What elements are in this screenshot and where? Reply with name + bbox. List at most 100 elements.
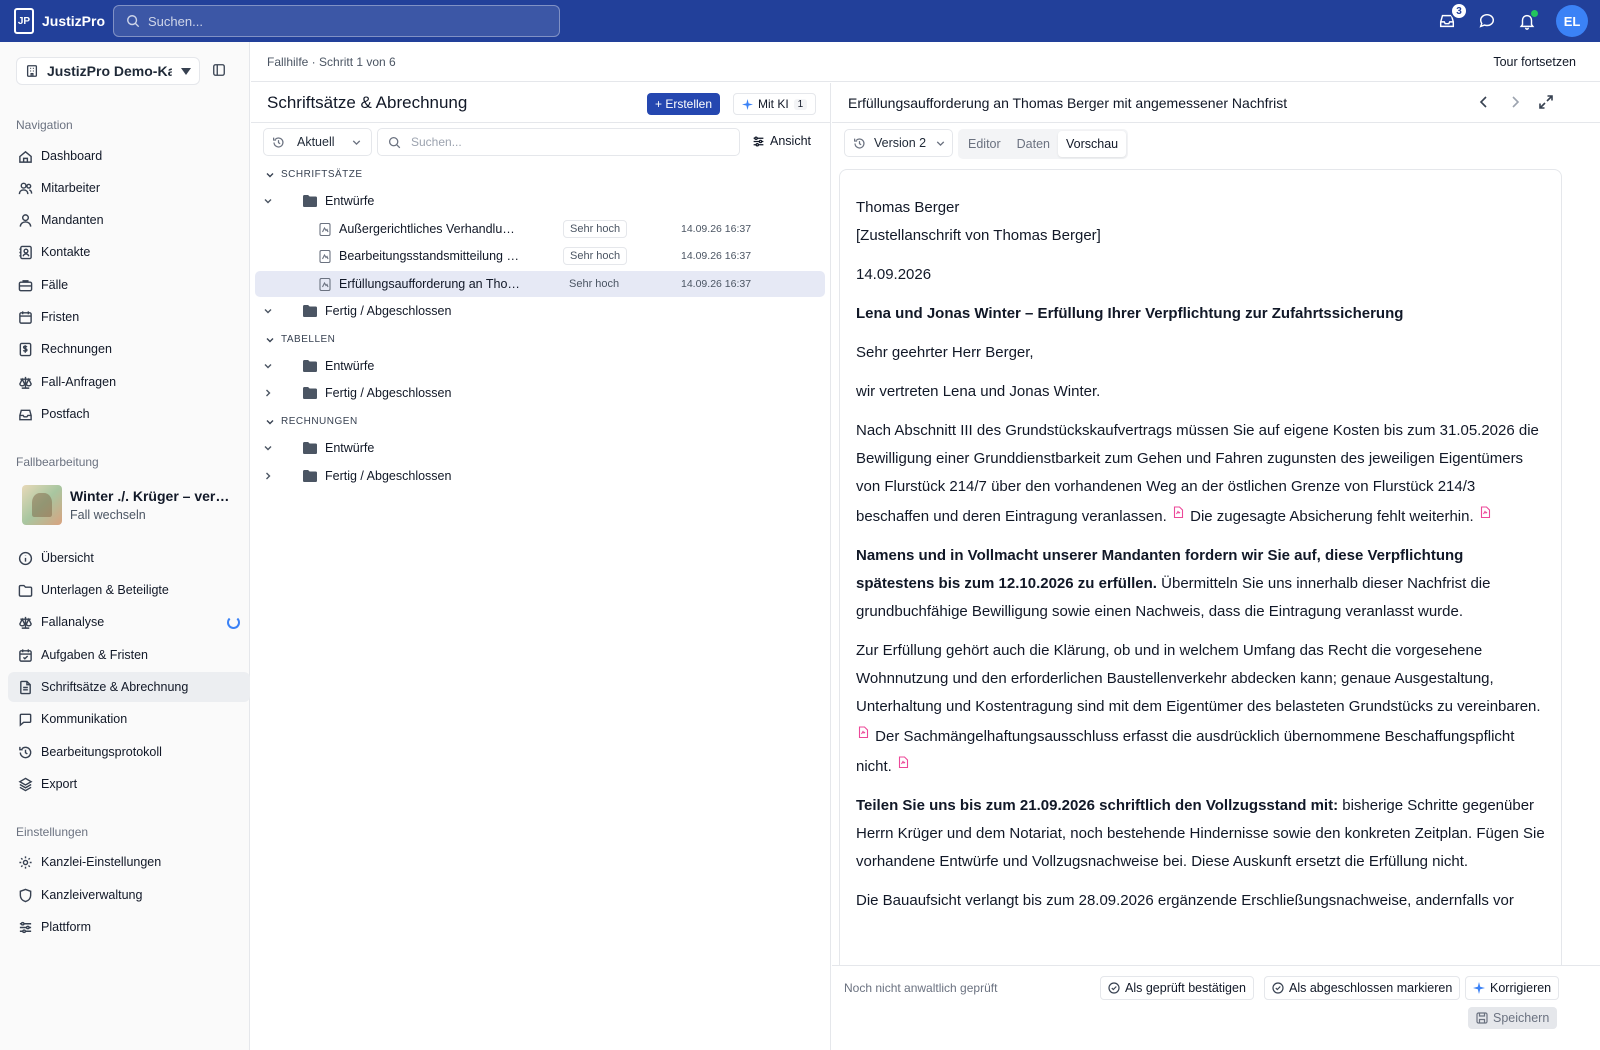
chevron-right-icon [266, 472, 271, 480]
tree-section-schriftsaetze[interactable]: SCHRIFTSÄTZE [265, 169, 363, 180]
filter-select[interactable]: Aktuell [263, 128, 372, 156]
citation-icon[interactable] [858, 721, 869, 739]
save-button[interactable]: Speichern [1468, 1007, 1558, 1029]
sidebar-item-uebersicht[interactable]: Übersicht [8, 543, 250, 573]
bell-icon[interactable] [1516, 10, 1538, 32]
chevron-down-icon [352, 139, 361, 145]
folder-label: Fertig / Abgeschlossen [325, 304, 452, 318]
sidebar-item-protokoll[interactable]: Bearbeitungsprotokoll [8, 737, 250, 767]
global-search-input[interactable]: Suchen... [113, 5, 560, 37]
chevron-down-icon [936, 140, 945, 146]
sliders-icon [19, 921, 32, 933]
letter-paragraph: Nach Abschnitt III des Grundstückskaufve… [856, 417, 1545, 531]
tab-editor[interactable]: Editor [960, 131, 1009, 157]
sidebar-item-rechnungen[interactable]: Rechnungen [8, 334, 250, 364]
citation-icon[interactable] [898, 751, 909, 769]
invoice-icon [19, 342, 32, 356]
document-row-selected[interactable]: Erfüllungsaufforderung an Thomas Berger … [255, 271, 825, 297]
sidebar-item-aufgaben[interactable]: Aufgaben & Fristen [8, 640, 250, 670]
sidebar-item-kommunikation[interactable]: Kommunikation [8, 704, 250, 734]
document-row[interactable]: Bearbeitungsstandsmitteilung an Mandante… [255, 243, 825, 269]
chevron-down-icon [264, 364, 272, 369]
citation-icon[interactable] [1480, 501, 1491, 519]
sidebar-item-kanzleiverwaltung[interactable]: Kanzleiverwaltung [8, 880, 250, 910]
document-row[interactable]: Außergerichtliches Verhandlungsangebot S… [255, 216, 825, 242]
shield-icon [19, 888, 32, 902]
sidebar-item-label: Kommunikation [41, 712, 128, 726]
sidebar-item-label: Postfach [41, 407, 90, 421]
user-avatar[interactable]: EL [1556, 5, 1588, 37]
review-status: Noch nicht anwaltlich geprüft [844, 981, 998, 995]
tree-section-tabellen[interactable]: TABELLEN [265, 334, 335, 345]
mark-complete-button[interactable]: Als abgeschlossen markieren [1264, 976, 1461, 1000]
folder-row[interactable]: Entwürfe [263, 437, 374, 459]
documents-search-input[interactable]: Suchen... [377, 128, 740, 156]
sidebar-item-faelle[interactable]: Fälle [8, 270, 250, 300]
correct-label: Korrigieren [1490, 981, 1552, 995]
view-button[interactable]: Ansicht [752, 134, 811, 148]
version-select[interactable]: Version 2 [844, 129, 953, 157]
letter-text: Die zugesagte Absicherung fehlt weiterhi… [1190, 508, 1474, 525]
case-switcher[interactable]: Winter ./. Krüger – verweigerte Zufahrt … [22, 485, 230, 525]
create-button[interactable]: + Erstellen [647, 93, 721, 115]
case-switch-link[interactable]: Fall wechseln [70, 508, 230, 522]
chevron-right-icon[interactable] [1507, 94, 1523, 110]
inbox-icon[interactable]: 3 [1436, 2, 1468, 32]
confirm-reviewed-button[interactable]: Als geprüft bestätigen [1100, 976, 1254, 1000]
sidebar-item-mandanten[interactable]: Mandanten [8, 205, 250, 235]
tree-section-rechnungen[interactable]: RECHNUNGEN [265, 416, 358, 427]
folder-icon [303, 470, 317, 482]
letter-salutation: Sehr geehrter Herr Berger, [856, 344, 1034, 361]
brand[interactable]: JP JustizPro [0, 8, 113, 34]
tour-continue-button[interactable]: Tour fortsetzen [1493, 55, 1576, 69]
breadcrumb: Fallhilfe · Schritt 1 von 6 [267, 54, 396, 69]
tab-daten[interactable]: Daten [1009, 131, 1058, 157]
app-logo: JP [14, 8, 34, 34]
sidebar-item-plattform[interactable]: Plattform [8, 912, 250, 942]
export-icon [18, 777, 33, 791]
folder-row[interactable]: Entwürfe [263, 355, 374, 377]
sidebar-item-fristen[interactable]: Fristen [8, 302, 250, 332]
inbox-icon [19, 409, 32, 420]
sidebar-item-label: Fall-Anfragen [41, 375, 117, 389]
folder-row[interactable]: Fertig / Abgeschlossen [263, 300, 451, 322]
sidebar-item-label: Fristen [41, 310, 80, 324]
sidebar-item-dashboard[interactable]: Dashboard [8, 141, 250, 171]
citation-icon[interactable] [1173, 501, 1184, 519]
correct-button[interactable]: Korrigieren [1465, 976, 1560, 1000]
workspace-switcher[interactable]: JustizPro Demo-Kanzlei [16, 57, 200, 85]
folder-icon [18, 584, 33, 597]
folder-row[interactable]: Fertig / Abgeschlossen [263, 382, 451, 404]
case-section-label: Fallbearbeitung [16, 455, 99, 469]
chevron-left-icon[interactable] [1476, 94, 1492, 110]
sidebar-item-export[interactable]: Export [8, 769, 250, 799]
sidebar-item-kanzlei-einstellungen[interactable]: Kanzlei-Einstellungen [8, 847, 250, 877]
sidebar-item-unterlagen[interactable]: Unterlagen & Beteiligte [8, 575, 250, 605]
sidebar-item-fallanalyse[interactable]: Fallanalyse [8, 607, 250, 637]
document-preview-panel: Erfüllungsaufforderung an Thomas Berger … [832, 83, 1600, 1050]
folder-row[interactable]: Entwürfe [263, 190, 374, 212]
sidebar-item-postfach[interactable]: Postfach [8, 399, 250, 429]
sidebar-collapse-icon[interactable] [212, 63, 226, 77]
tree-section-label: TABELLEN [281, 334, 336, 345]
panel-title: Schriftsätze & Abrechnung [267, 92, 468, 112]
sidebar-item-label: Export [41, 777, 78, 791]
sidebar-item-fall-anfragen[interactable]: Fall-Anfragen [8, 367, 250, 397]
priority-badge: Sehr hoch [569, 278, 620, 290]
folder-icon [303, 442, 317, 454]
document-name: Bearbeitungsstandsmitteilung an Mandante… [339, 249, 521, 263]
folder-row[interactable]: Fertig / Abgeschlossen [263, 465, 451, 487]
sidebar-item-schriftsaetze[interactable]: Schriftsätze & Abrechnung [8, 672, 250, 702]
mark-complete-label: Als abgeschlossen markieren [1289, 981, 1453, 995]
ai-button[interactable]: Mit KI 1 [733, 93, 817, 115]
settings-section-label: Einstellungen [16, 825, 89, 839]
sidebar-item-mitarbeiter[interactable]: Mitarbeiter [8, 173, 250, 203]
caret-down-icon [181, 68, 191, 75]
documents-search-placeholder: Suchen... [411, 135, 462, 149]
tab-vorschau[interactable]: Vorschau [1058, 131, 1127, 157]
search-icon [127, 15, 140, 28]
chat-icon[interactable] [1476, 10, 1498, 32]
sidebar-item-kontakte[interactable]: Kontakte [8, 237, 250, 267]
letter-date: 14.09.2026 [856, 266, 932, 283]
expand-icon[interactable] [1538, 94, 1554, 110]
